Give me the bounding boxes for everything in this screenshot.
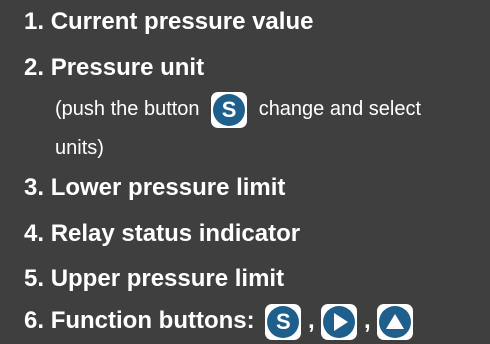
item-label: Pressure unit: [50, 54, 205, 81]
item-label: Relay status indicator: [50, 220, 301, 247]
legend-item-4: 4. Relay status indicator: [24, 220, 300, 248]
legend-item-1: 1. Current pressure value: [24, 8, 313, 36]
play-button-icon: [321, 303, 358, 340]
item-number: 6.: [24, 307, 45, 334]
note-text-before: (push the button: [55, 98, 200, 120]
s-button-icon: S: [265, 303, 302, 340]
item-label: Upper pressure limit: [50, 265, 285, 292]
separator: ,: [307, 307, 315, 334]
unit-note-line-1: (push the button S change and select: [55, 91, 421, 128]
legend-item-6: 6. Function buttons: S , ,: [24, 303, 414, 340]
up-button-icon: [377, 303, 414, 340]
unit-note-line-2: units): [55, 137, 104, 160]
item-number: 5.: [24, 265, 45, 292]
item-number: 1.: [24, 8, 45, 35]
s-button-label: S: [213, 93, 246, 126]
s-button-icon: S: [211, 91, 248, 128]
note-text-after: change and select: [258, 98, 422, 120]
s-button-label: S: [267, 305, 300, 338]
item-label: Lower pressure limit: [50, 174, 286, 201]
separator: ,: [364, 307, 371, 334]
legend-item-2: 2. Pressure unit: [24, 54, 204, 82]
item-label: Current pressure value: [50, 8, 314, 35]
item-number: 3.: [24, 174, 45, 201]
item-label: Function buttons:: [50, 307, 255, 334]
legend-item-3: 3. Lower pressure limit: [24, 174, 285, 202]
note-text-line2: units): [55, 137, 104, 159]
legend-panel: 1. Current pressure value 2. Pressure un…: [0, 0, 490, 344]
item-number: 2.: [24, 54, 45, 81]
legend-item-5: 5. Upper pressure limit: [24, 265, 284, 293]
item-number: 4.: [24, 220, 45, 247]
